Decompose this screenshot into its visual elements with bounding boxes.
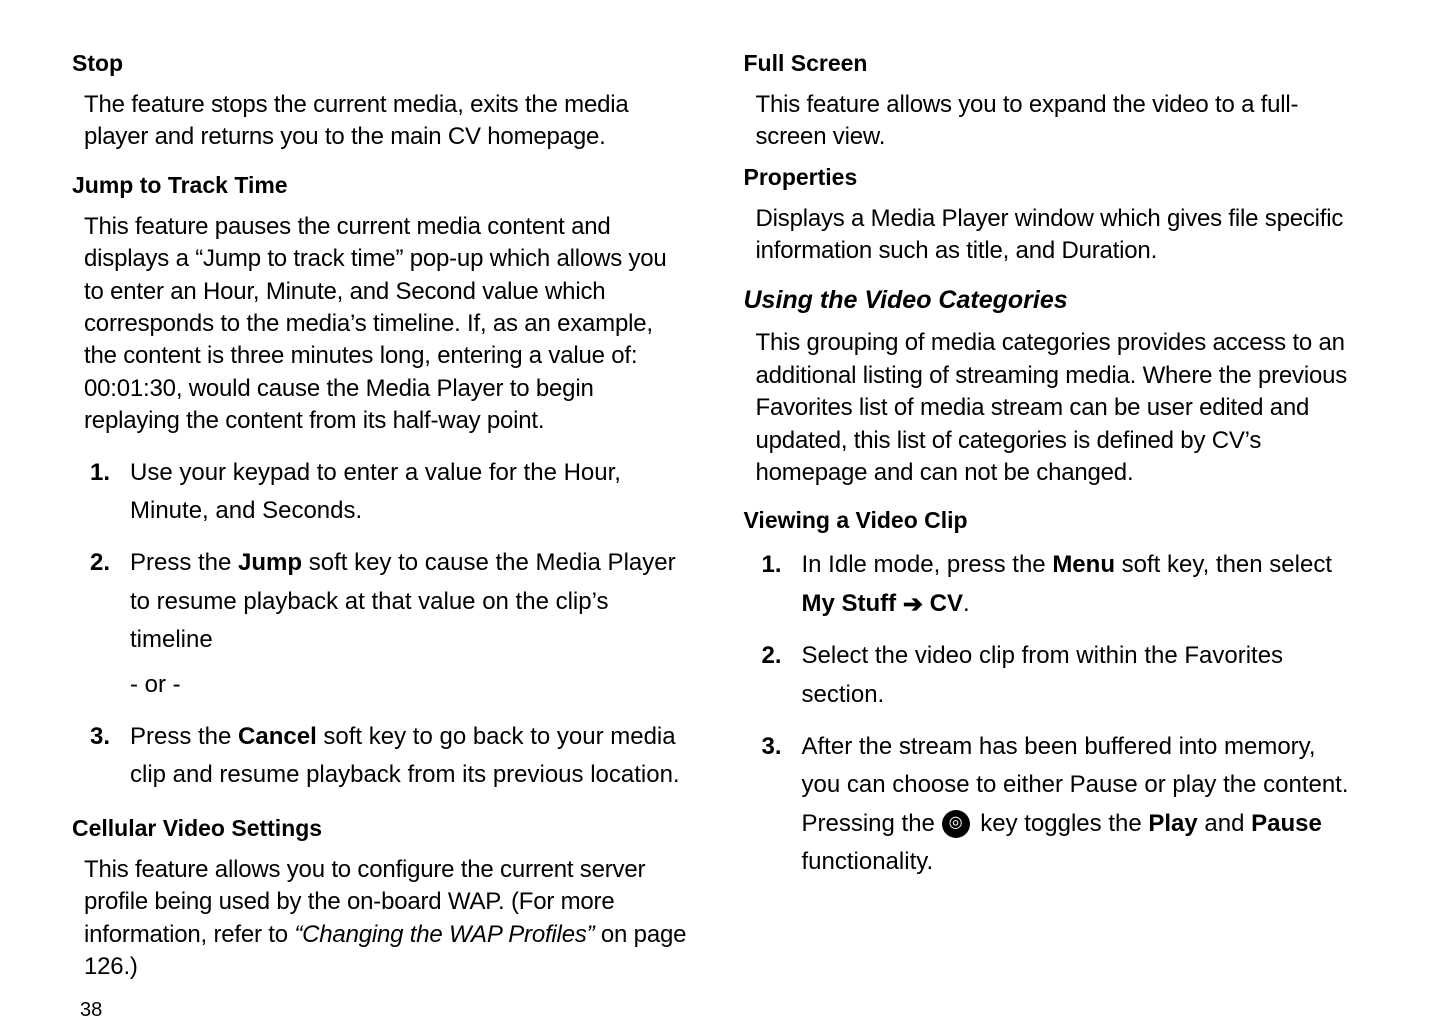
paragraph-cv-settings: This feature allows you to configure the…	[84, 854, 688, 984]
list-item: 1. In Idle mode, press the Menu soft key…	[744, 546, 1360, 623]
two-column-layout: Stop The feature stops the current media…	[72, 48, 1359, 999]
bold-play: Play	[1148, 810, 1197, 837]
or-separator: - or -	[130, 666, 688, 704]
round-key-icon: ◎	[942, 810, 970, 838]
bold-my-stuff: My Stuff	[802, 590, 903, 617]
list-item: 2. Select the video clip from within the…	[744, 637, 1360, 714]
heading-jump-to-track-time: Jump to Track Time	[72, 170, 688, 201]
step-text: Press the Jump soft key to cause the Med…	[130, 544, 688, 704]
step-text: Use your keypad to enter a value for the…	[130, 454, 688, 531]
step-number: 3.	[744, 728, 802, 882]
step-number: 2.	[72, 544, 130, 704]
bold-cancel: Cancel	[238, 723, 317, 750]
list-item: 3. After the stream has been buffered in…	[744, 728, 1360, 882]
viewing-steps-list: 1. In Idle mode, press the Menu soft key…	[744, 546, 1360, 881]
step-number: 3.	[72, 718, 130, 795]
right-column: Full Screen This feature allows you to e…	[744, 48, 1360, 999]
text-fragment: and	[1198, 810, 1251, 837]
paragraph-jump: This feature pauses the current media co…	[84, 211, 688, 438]
paragraph-full-screen: This feature allows you to expand the vi…	[756, 89, 1360, 154]
heading-video-categories: Using the Video Categories	[744, 284, 1360, 318]
list-item: 3. Press the Cancel soft key to go back …	[72, 718, 688, 795]
text-fragment: Press the	[130, 549, 238, 576]
text-fragment: In Idle mode, press the	[802, 551, 1053, 578]
step-number: 1.	[744, 546, 802, 623]
page-number: 38	[72, 999, 1359, 1022]
text-fragment: functionality.	[802, 848, 934, 875]
heading-properties: Properties	[744, 162, 1360, 193]
document-page: Stop The feature stops the current media…	[0, 0, 1431, 954]
left-column: Stop The feature stops the current media…	[72, 48, 688, 999]
paragraph-properties: Displays a Media Player window which giv…	[756, 203, 1360, 268]
step-text: Press the Cancel soft key to go back to …	[130, 718, 688, 795]
heading-stop: Stop	[72, 48, 688, 79]
step-number: 2.	[744, 637, 802, 714]
bold-jump: Jump	[238, 549, 302, 576]
paragraph-stop: The feature stops the current media, exi…	[84, 89, 688, 154]
heading-full-screen: Full Screen	[744, 48, 1360, 79]
paragraph-video-categories: This grouping of media categories provid…	[756, 327, 1360, 489]
bold-pause: Pause	[1251, 810, 1322, 837]
reference-title-italic: “Changing the WAP Profiles”	[294, 921, 601, 948]
list-item: 1. Use your keypad to enter a value for …	[72, 454, 688, 531]
text-fragment: soft key, then select	[1115, 551, 1332, 578]
text-fragment: .	[963, 590, 970, 617]
bold-cv: CV	[923, 590, 963, 617]
step-text: In Idle mode, press the Menu soft key, t…	[802, 546, 1360, 623]
text-fragment: Press the	[130, 723, 238, 750]
jump-steps-list: 1. Use your keypad to enter a value for …	[72, 454, 688, 795]
step-text: Select the video clip from within the Fa…	[802, 637, 1360, 714]
key-glyph: ◎	[949, 815, 963, 831]
step-text: After the stream has been buffered into …	[802, 728, 1360, 882]
list-item: 2. Press the Jump soft key to cause the …	[72, 544, 688, 704]
text-fragment: key toggles the	[980, 810, 1148, 837]
step-number: 1.	[72, 454, 130, 531]
heading-cellular-video-settings: Cellular Video Settings	[72, 813, 688, 844]
bold-menu: Menu	[1052, 551, 1115, 578]
heading-viewing-video-clip: Viewing a Video Clip	[744, 505, 1360, 536]
arrow-icon: ➔	[903, 586, 923, 624]
